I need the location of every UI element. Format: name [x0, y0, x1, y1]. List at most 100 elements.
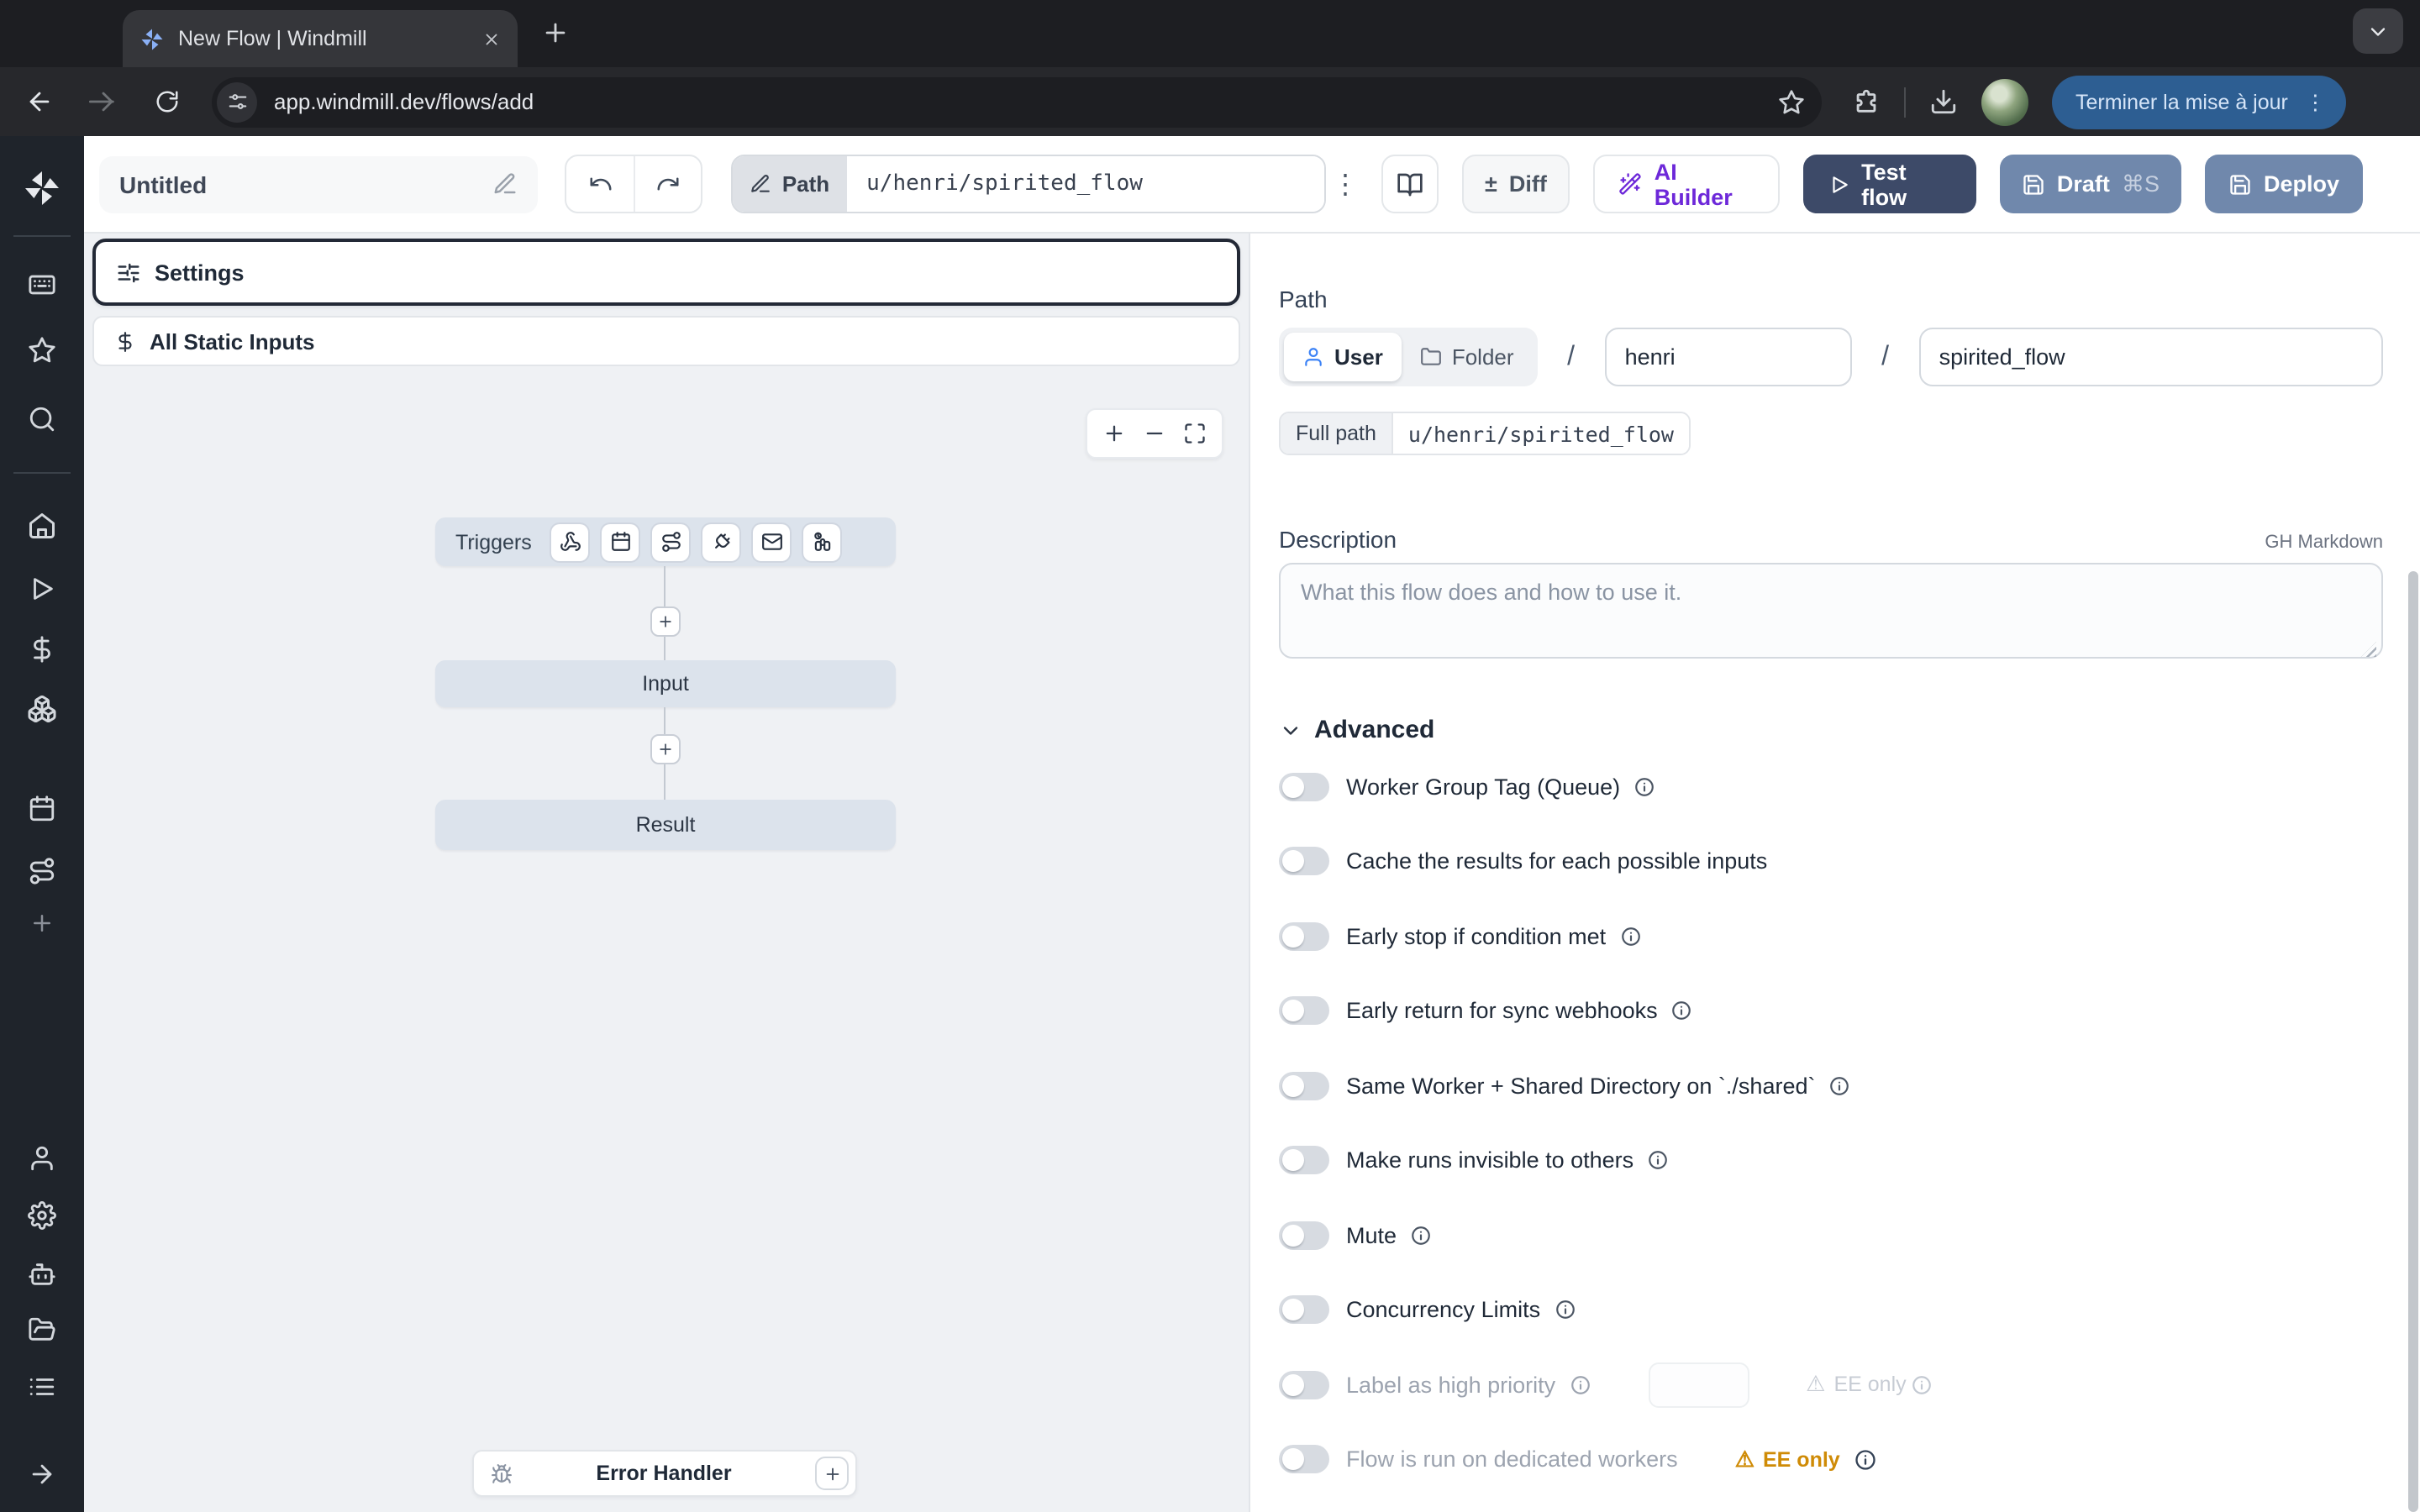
- path-badge[interactable]: Path: [734, 156, 846, 212]
- result-node[interactable]: Result: [435, 800, 896, 850]
- reload-icon: [154, 89, 179, 114]
- owner-kind-user[interactable]: User: [1284, 333, 1402, 381]
- undo-button[interactable]: [567, 156, 634, 212]
- flow-canvas[interactable]: Triggers Input: [84, 368, 1249, 1512]
- all-static-inputs-item[interactable]: All Static Inputs: [92, 316, 1240, 366]
- fit-view-icon[interactable]: [1183, 422, 1207, 445]
- info-icon[interactable]: [1912, 1374, 1933, 1396]
- download-icon[interactable]: [1929, 87, 1958, 116]
- expand-arrow-icon[interactable]: [28, 1460, 56, 1488]
- toggle-switch[interactable]: [1279, 1072, 1329, 1100]
- logs-list-icon[interactable]: [28, 1373, 56, 1401]
- bookmark-star-icon[interactable]: [1778, 88, 1805, 115]
- workspace-icon[interactable]: [28, 270, 56, 299]
- error-handler-node[interactable]: Error Handler: [472, 1450, 857, 1497]
- route-trigger-button[interactable]: [653, 523, 690, 560]
- reload-button[interactable]: [134, 89, 198, 114]
- advanced-section-toggle[interactable]: Advanced: [1279, 716, 2383, 744]
- more-menu-icon[interactable]: ⋮: [1327, 167, 1365, 201]
- draft-button[interactable]: Draft ⌘S: [2000, 155, 2181, 213]
- home-icon[interactable]: [27, 511, 57, 541]
- site-info-button[interactable]: [217, 81, 257, 122]
- toggle-switch[interactable]: [1279, 922, 1329, 951]
- windmill-logo[interactable]: [22, 168, 62, 208]
- close-icon[interactable]: [482, 29, 501, 48]
- variables-dollar-icon[interactable]: [28, 635, 56, 664]
- toggle-row-mute: Mute: [1279, 1198, 2383, 1273]
- back-button[interactable]: [7, 87, 71, 116]
- ai-builder-button[interactable]: AI Builder: [1594, 155, 1779, 213]
- schedule-trigger-button[interactable]: [602, 523, 639, 560]
- toggle-switch[interactable]: [1279, 997, 1329, 1026]
- email-trigger-button[interactable]: [754, 523, 791, 560]
- poll-trigger-button[interactable]: [804, 523, 841, 560]
- input-node[interactable]: Input: [435, 660, 896, 707]
- zoom-in-icon[interactable]: [1102, 422, 1126, 445]
- add-step-button[interactable]: [650, 734, 681, 764]
- edit-pencil-icon: [750, 173, 772, 195]
- diff-button[interactable]: ± Diff: [1461, 155, 1570, 213]
- zoom-out-icon[interactable]: [1143, 422, 1166, 445]
- update-browser-button[interactable]: Terminer la mise à jour ⋮: [2052, 75, 2346, 129]
- settings-item[interactable]: Settings: [92, 239, 1240, 306]
- toggle-switch[interactable]: [1279, 1371, 1329, 1399]
- search-icon[interactable]: [28, 405, 56, 433]
- docs-button[interactable]: [1381, 155, 1438, 213]
- browser-tab[interactable]: New Flow | Windmill: [123, 10, 518, 67]
- info-icon[interactable]: [1410, 1225, 1432, 1247]
- deploy-button[interactable]: Deploy: [2205, 155, 2363, 213]
- user-icon[interactable]: [28, 1144, 56, 1173]
- toggle-switch[interactable]: [1279, 773, 1329, 801]
- toggle-switch[interactable]: [1279, 848, 1329, 876]
- browser-menu-icon[interactable]: ⋮: [2298, 89, 2333, 114]
- add-plus-icon[interactable]: [29, 911, 55, 936]
- description-textarea[interactable]: [1279, 563, 2383, 659]
- workers-robot-icon[interactable]: [28, 1260, 56, 1289]
- test-flow-button[interactable]: Test flow: [1802, 155, 1976, 213]
- add-step-button[interactable]: [650, 606, 681, 637]
- extensions-icon[interactable]: [1852, 87, 1881, 116]
- toggle-switch[interactable]: [1279, 1221, 1329, 1250]
- save-icon: [2228, 172, 2252, 196]
- redo-button[interactable]: [634, 156, 702, 212]
- info-icon[interactable]: [1554, 1299, 1576, 1321]
- url-text[interactable]: app.windmill.dev/flows/add: [274, 89, 1761, 114]
- resources-boxes-icon[interactable]: [27, 694, 57, 724]
- toggle-switch[interactable]: [1279, 1147, 1329, 1175]
- forward-button[interactable]: [71, 87, 134, 116]
- new-tab-icon[interactable]: [541, 18, 570, 47]
- info-icon[interactable]: [1619, 926, 1641, 948]
- favorites-star-icon[interactable]: [28, 336, 56, 365]
- avatar[interactable]: [1981, 78, 2028, 125]
- toggle-switch[interactable]: [1279, 1296, 1329, 1325]
- webhook-trigger-button[interactable]: [552, 523, 589, 560]
- runs-play-icon[interactable]: [28, 575, 56, 603]
- address-bar[interactable]: app.windmill.dev/flows/add: [212, 76, 1822, 127]
- path-name-input[interactable]: [1919, 328, 2383, 386]
- info-icon[interactable]: [1569, 1374, 1591, 1396]
- settings-gear-icon[interactable]: [28, 1201, 56, 1230]
- path-input[interactable]: u/henri/spirited_flow: [846, 156, 1324, 212]
- info-icon[interactable]: [1829, 1075, 1851, 1097]
- info-icon[interactable]: [1671, 1000, 1693, 1022]
- owner-kind-folder[interactable]: Folder: [1402, 333, 1533, 381]
- info-icon[interactable]: [1634, 776, 1655, 798]
- tab-search-button[interactable]: [2353, 8, 2403, 54]
- add-error-handler-button[interactable]: [815, 1457, 849, 1490]
- schedules-calendar-icon[interactable]: [28, 795, 56, 823]
- app-sidebar: [0, 136, 84, 1512]
- info-icon[interactable]: [1854, 1448, 1877, 1472]
- triggers-node[interactable]: Triggers: [435, 517, 896, 566]
- folders-icon[interactable]: [28, 1315, 56, 1344]
- panel-scrollbar[interactable]: [2408, 571, 2418, 1512]
- websocket-trigger-button[interactable]: [703, 523, 740, 560]
- redo-icon: [656, 171, 681, 197]
- routes-icon[interactable]: [28, 857, 56, 885]
- priority-value-input[interactable]: [1648, 1362, 1749, 1408]
- folder-icon: [1420, 346, 1442, 368]
- info-icon[interactable]: [1647, 1150, 1669, 1172]
- edit-pencil-icon[interactable]: [493, 171, 518, 197]
- path-owner-input[interactable]: [1605, 328, 1852, 386]
- toggle-switch[interactable]: [1279, 1446, 1329, 1474]
- flow-name-box[interactable]: Untitled: [99, 155, 539, 213]
